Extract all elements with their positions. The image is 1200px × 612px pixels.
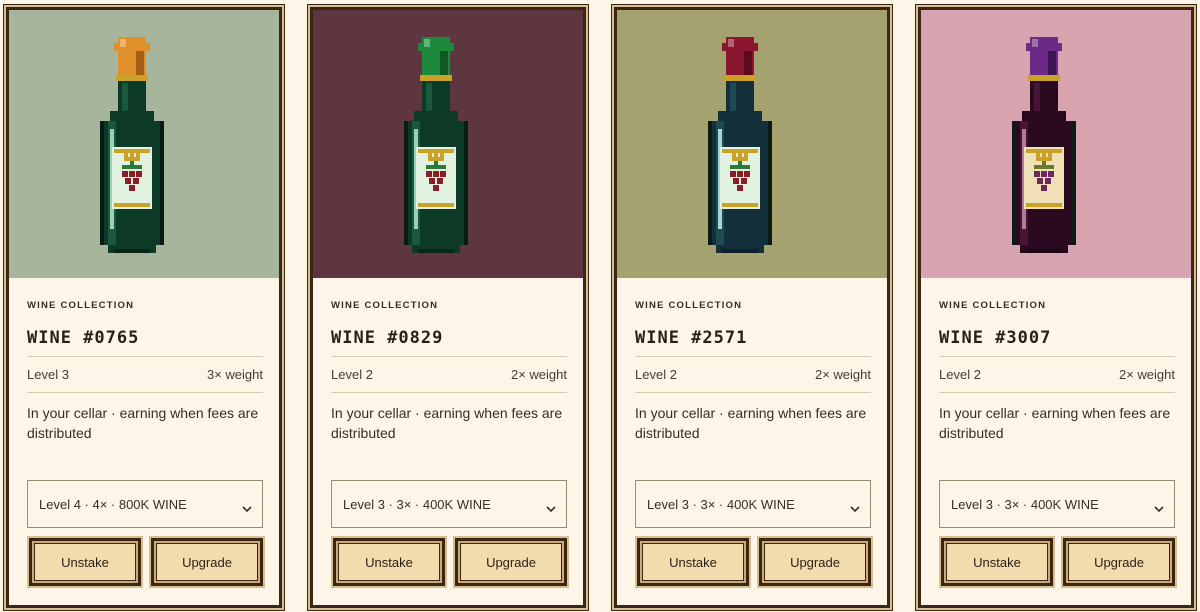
unstake-button[interactable]: Unstake [637, 538, 749, 586]
chevron-down-icon [242, 506, 252, 513]
collection-label: WINE COLLECTION [939, 300, 1047, 311]
level-text: Level 2 [635, 367, 677, 382]
upgrade-button[interactable]: Upgrade [1063, 538, 1175, 586]
selected-upgrade-option: Level 3 · 3× · 400K WINE [951, 497, 1099, 512]
upgrade-level-select[interactable]: Level 4 · 4× · 800K WINE [27, 480, 263, 528]
chevron-down-icon [850, 506, 860, 513]
wine-bottle-icon [100, 37, 164, 253]
token-name: WINE #0829 [331, 328, 444, 348]
collection-label: WINE COLLECTION [331, 300, 439, 311]
divider [939, 356, 1175, 357]
token-name: WINE #0765 [27, 328, 140, 348]
upgrade-button[interactable]: Upgrade [455, 538, 567, 586]
selected-upgrade-option: Level 3 · 3× · 400K WINE [647, 497, 795, 512]
upgrade-level-select[interactable]: Level 3 · 3× · 400K WINE [939, 480, 1175, 528]
level-text: Level 2 [331, 367, 373, 382]
bottle-artwork [921, 10, 1191, 278]
upgrade-level-select[interactable]: Level 3 · 3× · 400K WINE [635, 480, 871, 528]
stake-status: In your cellar · earning when fees are d… [331, 405, 563, 441]
bottle-artwork [313, 10, 583, 278]
stake-status: In your cellar · earning when fees are d… [939, 405, 1171, 441]
chevron-down-icon [546, 506, 556, 513]
unstake-button[interactable]: Unstake [941, 538, 1053, 586]
bottle-artwork [9, 10, 279, 278]
collection-label: WINE COLLECTION [635, 300, 743, 311]
level-text: Level 2 [939, 367, 981, 382]
chevron-down-icon [1154, 506, 1164, 513]
stake-status: In your cellar · earning when fees are d… [27, 405, 259, 441]
divider [331, 356, 567, 357]
weight-text: 2× weight [1118, 367, 1175, 382]
upgrade-button[interactable]: Upgrade [151, 538, 263, 586]
selected-upgrade-option: Level 4 · 4× · 800K WINE [39, 497, 187, 512]
wine-bottle-icon [1012, 37, 1076, 253]
divider [635, 356, 871, 357]
level-text: Level 3 [27, 367, 69, 382]
unstake-button[interactable]: Unstake [29, 538, 141, 586]
upgrade-level-select[interactable]: Level 3 · 3× · 400K WINE [331, 480, 567, 528]
bottle-artwork [617, 10, 887, 278]
upgrade-button[interactable]: Upgrade [759, 538, 871, 586]
nft-card: WINE COLLECTION WINE #3007 Level 2 2× we… [918, 7, 1194, 608]
divider [635, 392, 871, 393]
nft-card: WINE COLLECTION WINE #0829 Level 2 2× we… [310, 7, 586, 608]
weight-text: 3× weight [206, 367, 263, 382]
divider [331, 392, 567, 393]
stake-status: In your cellar · earning when fees are d… [635, 405, 867, 441]
divider [939, 392, 1175, 393]
wine-bottle-icon [404, 37, 468, 253]
wine-bottle-icon [708, 37, 772, 253]
token-name: WINE #2571 [635, 328, 748, 348]
divider [27, 392, 263, 393]
token-name: WINE #3007 [939, 328, 1052, 348]
nft-card: WINE COLLECTION WINE #0765 Level 3 3× we… [6, 7, 282, 608]
collection-label: WINE COLLECTION [27, 300, 135, 311]
unstake-button[interactable]: Unstake [333, 538, 445, 586]
weight-text: 2× weight [510, 367, 567, 382]
nft-card: WINE COLLECTION WINE #2571 Level 2 2× we… [614, 7, 890, 608]
divider [27, 356, 263, 357]
selected-upgrade-option: Level 3 · 3× · 400K WINE [343, 497, 491, 512]
weight-text: 2× weight [814, 367, 871, 382]
